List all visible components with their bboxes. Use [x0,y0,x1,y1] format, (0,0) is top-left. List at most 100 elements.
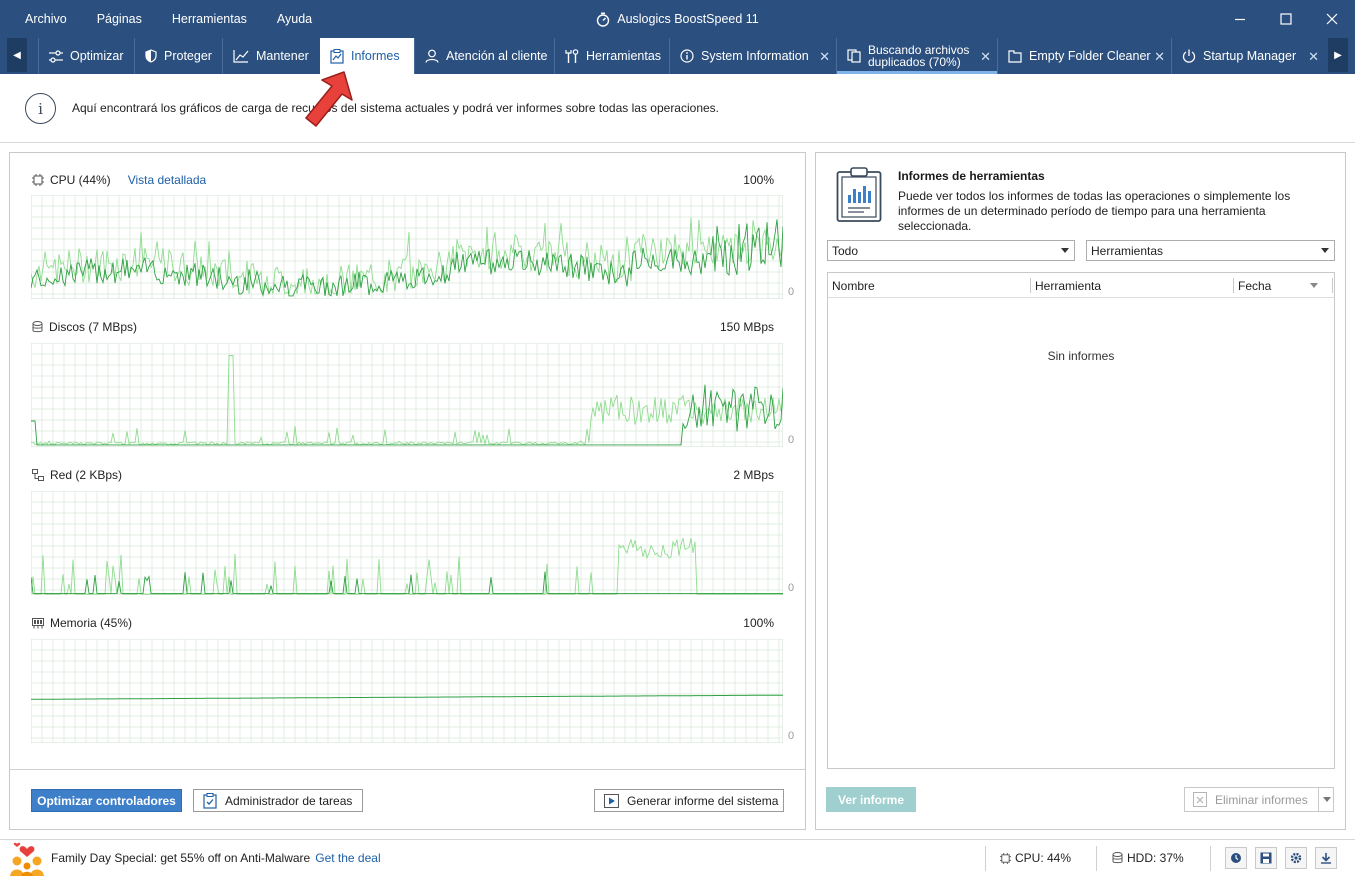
disk-graph-label: Discos (7 MBps) [49,320,138,334]
delete-report-icon [1193,792,1207,807]
menu-bar: Archivo Páginas Herramientas Ayuda [0,0,327,38]
tab-startup-manager[interactable]: Startup Manager ✕ [1171,38,1325,74]
optimize-drivers-button[interactable]: Optimizar controladores [31,789,182,812]
reports-table: Nombre Herramienta Fecha Sin informes [827,272,1335,769]
floppy-icon [1260,852,1272,864]
sort-down-icon [1310,283,1318,288]
disk-graph-max: 150 MBps [719,320,774,334]
report-icon [330,48,344,64]
tab-mantener-label: Mantener [256,49,309,63]
close-tab-empty-folder-icon[interactable]: ✕ [1154,49,1165,65]
close-icon [1326,13,1338,25]
get-the-deal-link[interactable]: Get the deal [315,851,380,865]
tab-atencion-cliente[interactable]: Atención al cliente [414,38,554,74]
red-arrow-icon [300,68,360,133]
cpu-status-text: CPU: 44% [1015,851,1072,865]
chart-line-icon [233,49,249,63]
shield-icon [145,49,157,63]
settings-button[interactable] [1285,847,1307,869]
mem-graph-max: 100% [743,616,774,630]
close-button[interactable] [1309,0,1355,38]
minimize-icon [1235,18,1245,21]
tab-scroll-left-button[interactable]: ◀ [7,38,27,72]
cpu-graph-zero: 0 [788,286,795,298]
tab-empty-folder-cleaner-label: Empty Folder Cleaner [1029,49,1151,63]
disk-icon [1112,852,1123,864]
close-tab-buscando-icon[interactable]: ✕ [980,49,991,65]
network-icon [32,469,44,481]
tab-scroll-right-button[interactable]: ▶ [1328,38,1348,72]
download-button[interactable] [1315,847,1337,869]
net-graph [31,491,783,595]
promo-text: Family Day Special: get 55% off on Anti-… [51,851,381,865]
reports-empty-message: Sin informes [1047,349,1115,363]
tool-select-value: Herramientas [1091,243,1164,258]
menu-paginas[interactable]: Páginas [82,12,157,26]
family-heart-icon[interactable] [8,841,46,876]
tab-proteger-label: Proteger [164,49,212,63]
column-nombre[interactable]: Nombre [832,279,875,293]
graphs-footer: Optimizar controladores Administrador de… [10,769,805,829]
history-button[interactable] [1225,847,1247,869]
vista-detallada-link[interactable]: Vista detallada [128,173,207,187]
reports-table-header: Nombre Herramienta Fecha [828,273,1334,298]
info-circle-icon [680,49,694,63]
hdd-status-text: HDD: 37% [1127,851,1184,865]
cpu-graph-max: 100% [743,173,774,187]
minimize-button[interactable] [1217,0,1263,38]
tab-empty-folder-cleaner[interactable]: Empty Folder Cleaner ✕ [997,38,1171,74]
clipboard-report-icon [836,167,882,226]
delete-reports-label: Eliminar informes [1215,792,1308,807]
generate-report-label: Generar informe del sistema [627,793,779,808]
net-graph-title: Red (2 KBps) [32,468,122,482]
stopwatch-icon [596,12,610,27]
menu-ayuda[interactable]: Ayuda [262,12,327,26]
info-icon: i [25,93,56,124]
cpu-status: CPU: 44% [1000,851,1071,865]
close-tab-system-information-icon[interactable]: ✕ [819,49,830,65]
task-manager-button[interactable]: Administrador de tareas [193,789,363,812]
chevron-down-icon[interactable] [1323,797,1331,802]
net-graph-max: 2 MBps [733,468,774,482]
cpu-icon [32,174,44,186]
close-tab-startup-manager-icon[interactable]: ✕ [1308,49,1319,65]
tab-herramientas-label: Herramientas [586,49,662,63]
tab-system-information-label: System Information [701,49,809,63]
gear-icon [1290,852,1302,864]
title-bar: Archivo Páginas Herramientas Ayuda Auslo… [0,0,1355,38]
menu-herramientas[interactable]: Herramientas [157,12,262,26]
tab-optimizar[interactable]: Optimizar [38,38,134,74]
reports-panel: Informes de herramientas Puede ver todos… [815,152,1346,830]
task-manager-label: Administrador de tareas [225,793,353,808]
tab-system-information[interactable]: System Information ✕ [669,38,836,74]
chevron-down-icon [1061,248,1069,253]
tab-herramientas[interactable]: Herramientas [554,38,669,74]
tool-select[interactable]: Herramientas [1086,240,1335,261]
disk-graph-zero: 0 [788,434,795,446]
window-title-text: Auslogics BoostSpeed 11 [617,12,759,26]
maximize-button[interactable] [1263,0,1309,38]
disk-graph [31,343,783,447]
tab-informes-label: Informes [351,49,400,63]
delete-reports-button[interactable]: Eliminar informes [1184,787,1334,812]
column-fecha[interactable]: Fecha [1238,279,1271,293]
promo-message: Family Day Special: get 55% off on Anti-… [51,851,311,865]
reports-description: Puede ver todos los informes de todas la… [898,189,1291,233]
mem-graph-title: Memoria (45%) [32,616,132,630]
net-graph-zero: 0 [788,582,795,594]
menu-archivo[interactable]: Archivo [10,12,82,26]
tab-proteger[interactable]: Proteger [134,38,222,74]
view-report-button[interactable]: Ver informe [826,787,916,812]
duplicate-files-icon [847,49,861,63]
period-select[interactable]: Todo [827,240,1075,261]
resource-graphs-panel: CPU (44%) Vista detallada 100% 0 Discos … [9,152,806,830]
download-icon [1321,853,1331,864]
mem-graph-label: Memoria (45%) [50,616,133,630]
chevron-right-icon: ▶ [1334,49,1342,61]
tab-buscando-duplicados[interactable]: Buscando archivos duplicados (70%) ✕ [836,38,997,74]
save-button[interactable] [1255,847,1277,869]
column-herramienta[interactable]: Herramienta [1035,279,1101,293]
generate-report-button[interactable]: Generar informe del sistema [594,789,784,812]
clipboard-check-icon [203,792,217,809]
memory-icon [32,617,44,629]
